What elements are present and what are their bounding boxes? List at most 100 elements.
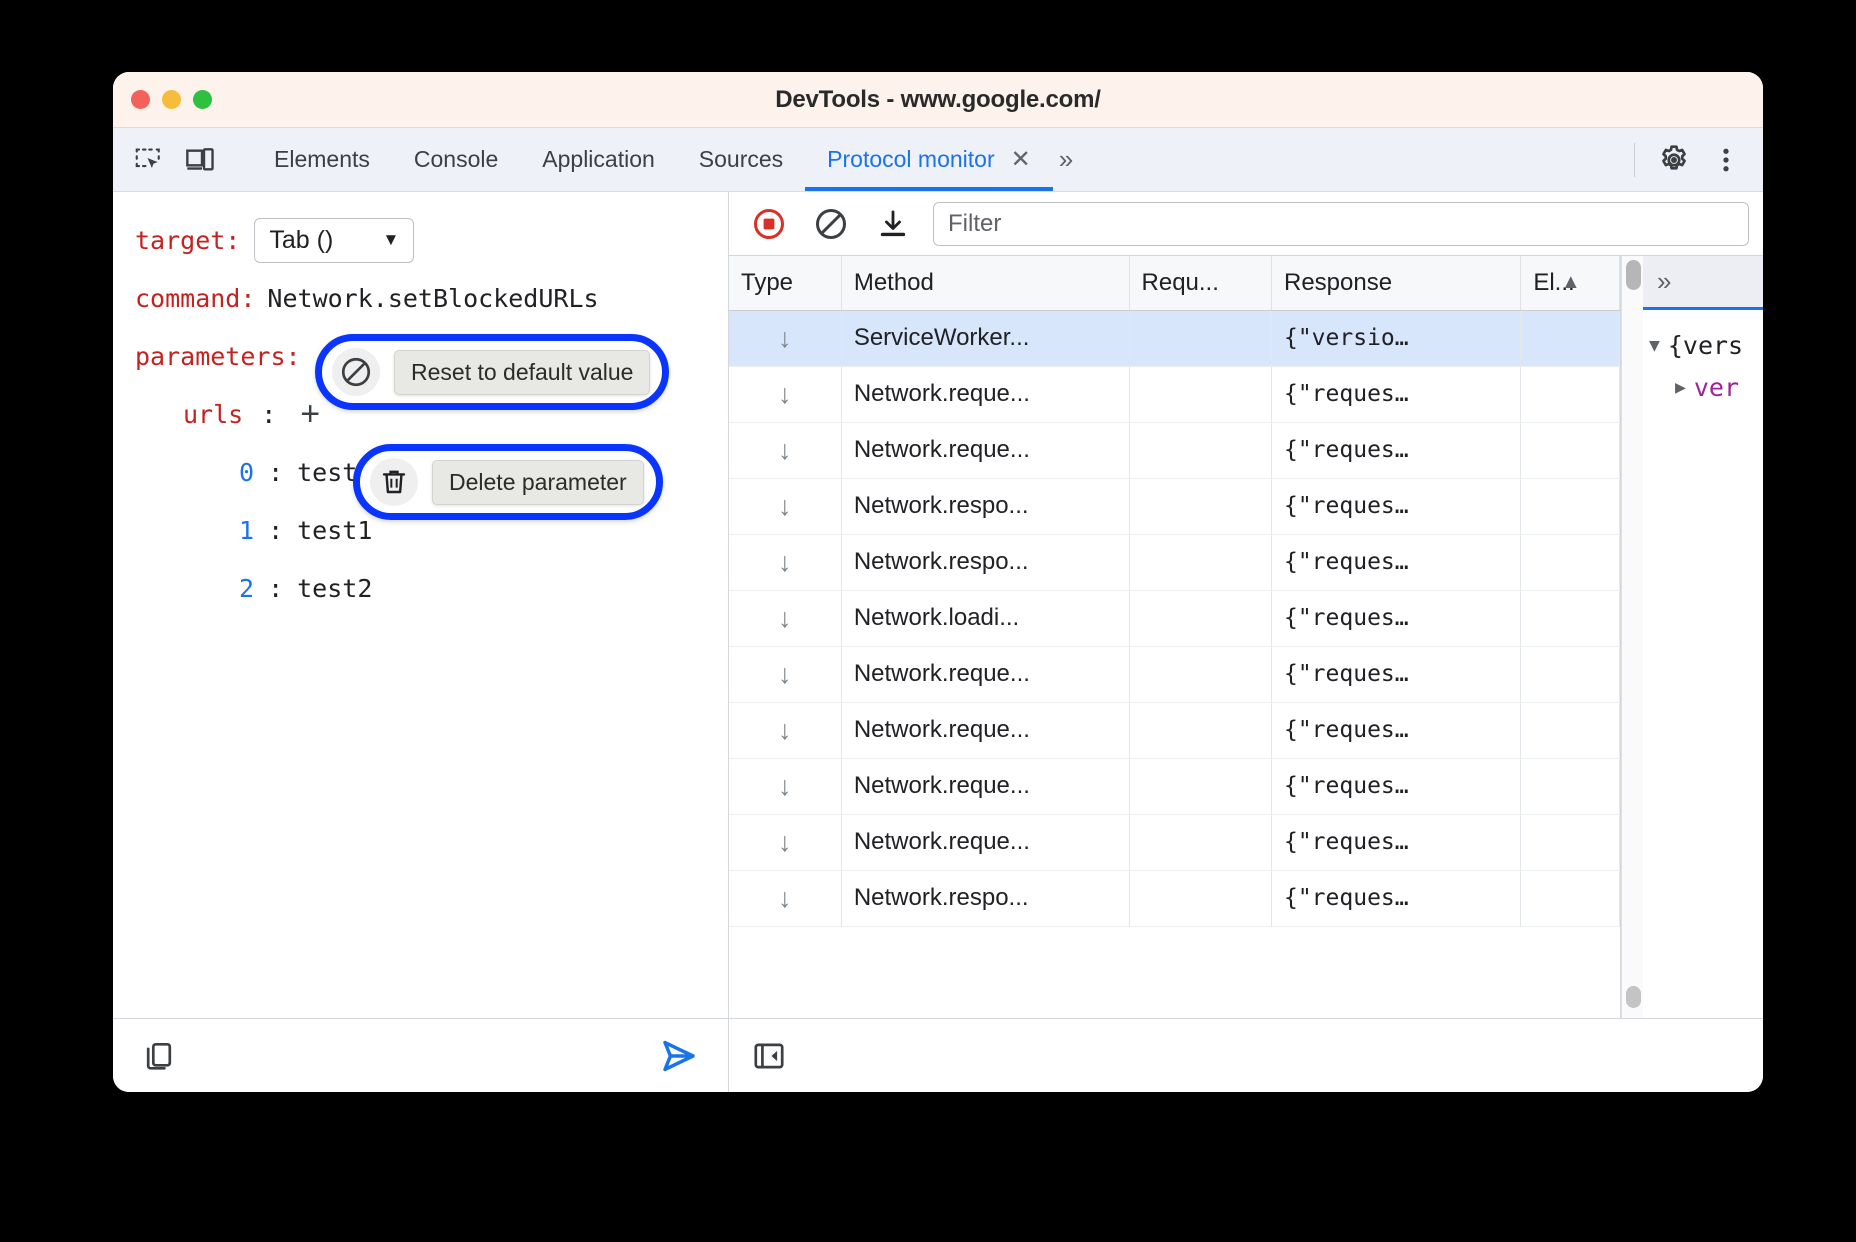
- cell-method: Network.reque...: [841, 422, 1129, 478]
- more-options-icon[interactable]: [1703, 137, 1749, 183]
- table-body: ↓ServiceWorker...{"versio…↓Network.reque…: [729, 310, 1620, 926]
- detail-sidebar-tabbar[interactable]: »: [1643, 256, 1763, 310]
- tab-protocol-monitor[interactable]: Protocol monitor ✕: [805, 128, 1053, 191]
- protocol-monitor-footer: [729, 1018, 1763, 1092]
- command-value[interactable]: Network.setBlockedURLs: [267, 284, 598, 313]
- url-item-0-colon: :: [268, 458, 283, 487]
- more-tabs-icon[interactable]: »: [1053, 128, 1087, 191]
- delete-parameter-icon[interactable]: [370, 458, 418, 506]
- cell-elapsed: [1521, 758, 1620, 814]
- cell-request: [1129, 870, 1271, 926]
- table-row[interactable]: ↓Network.reque...{"reques…: [729, 814, 1620, 870]
- cell-type-text: ↓: [778, 771, 792, 801]
- target-select-value: Tab (): [269, 226, 333, 255]
- tab-application[interactable]: Application: [520, 128, 677, 191]
- tab-elements[interactable]: Elements: [252, 128, 392, 191]
- delete-parameter-tooltip: Delete parameter: [432, 460, 644, 505]
- copy-icon[interactable]: [141, 1038, 177, 1074]
- message-detail-sidebar: » ▼ {vers ▶ ver: [1643, 256, 1763, 1018]
- chevron-right-icon[interactable]: ▶: [1675, 377, 1686, 398]
- urls-colon: :: [261, 400, 276, 429]
- cell-elapsed: [1521, 590, 1620, 646]
- cell-type: ↓: [729, 870, 841, 926]
- add-parameter-icon[interactable]: +: [300, 397, 320, 431]
- table-row[interactable]: ↓ Network.respo... {"reques…: [729, 870, 1620, 926]
- cell-method: Network.respo...: [841, 534, 1129, 590]
- chevron-down-icon[interactable]: ▼: [1649, 335, 1660, 356]
- maximize-window-button[interactable]: [193, 90, 212, 109]
- gear-icon[interactable]: [1651, 137, 1697, 183]
- table-row[interactable]: ↓Network.respo...{"reques…: [729, 478, 1620, 534]
- table-row[interactable]: ↓Network.reque... {"reques…: [729, 422, 1620, 478]
- grid-vertical-scrollbar[interactable]: [1621, 256, 1643, 1018]
- tab-console[interactable]: Console: [392, 128, 520, 191]
- url-item-2: 2 : test2: [135, 564, 728, 612]
- column-header-request[interactable]: Requ...: [1129, 256, 1271, 310]
- cell-response-text: {"reques…: [1284, 885, 1409, 911]
- device-toolbar-icon[interactable]: [181, 141, 219, 179]
- table-row[interactable]: ↓ServiceWorker...{"versio…: [729, 310, 1620, 366]
- cell-method: Network.reque...: [841, 702, 1129, 758]
- table-row[interactable]: ↓Network.reque...{"reques…: [729, 758, 1620, 814]
- close-icon[interactable]: ✕: [1011, 148, 1031, 172]
- reset-to-default-callout: Reset to default value: [315, 334, 669, 410]
- scrollbar-thumb-bottom[interactable]: [1626, 986, 1641, 1008]
- json-tree-row-root[interactable]: ▼ {vers: [1649, 324, 1763, 366]
- target-select[interactable]: Tab () ▼: [254, 218, 414, 263]
- cell-request: [1129, 366, 1271, 422]
- devtools-body: target: Tab () ▼ command: Network.setBlo…: [113, 192, 1763, 1092]
- column-header-method[interactable]: Method: [841, 256, 1129, 310]
- cell-method: Network.respo...: [841, 870, 1129, 926]
- command-row: command: Network.setBlockedURLs: [135, 274, 728, 322]
- cell-response-text: {"reques…: [1284, 829, 1409, 855]
- window-titlebar: DevTools - www.google.com/: [113, 72, 1763, 128]
- column-header-elapsed[interactable]: El... ▲: [1521, 256, 1620, 310]
- cell-type: ↓: [729, 422, 841, 478]
- table-row[interactable]: ↓Network.reque...{"reques…: [729, 646, 1620, 702]
- table-header: Type Method Requ... Response El... ▲: [729, 256, 1620, 310]
- cell-method-text: Network.reque...: [854, 380, 1030, 407]
- tab-sources[interactable]: Sources: [677, 128, 805, 191]
- save-download-icon[interactable]: [871, 202, 915, 246]
- protocol-monitor-toolbar: Filter: [729, 192, 1763, 256]
- cell-request: [1129, 590, 1271, 646]
- table-row[interactable]: ↓Network.loadi...{"reques…: [729, 590, 1620, 646]
- table-row[interactable]: ↓Network.respo...{"reques…: [729, 534, 1620, 590]
- url-item-1-value[interactable]: test1: [297, 516, 372, 545]
- cell-request: [1129, 310, 1271, 366]
- column-header-type[interactable]: Type: [729, 256, 841, 310]
- detail-more-tabs-icon[interactable]: »: [1657, 266, 1671, 297]
- cell-response-text: {"versio…: [1284, 325, 1409, 351]
- reset-to-default-icon[interactable]: [332, 348, 380, 396]
- cell-type-text: ↓: [778, 715, 792, 745]
- send-command-icon[interactable]: [658, 1035, 700, 1077]
- cell-method-text: Network.loadi...: [854, 604, 1019, 631]
- stop-recording-icon[interactable]: [747, 202, 791, 246]
- clear-all-icon[interactable]: [809, 202, 853, 246]
- cell-elapsed: [1521, 310, 1620, 366]
- json-tree-row-child[interactable]: ▶ ver: [1649, 366, 1763, 408]
- column-header-type-label: Type: [741, 269, 793, 296]
- collapse-sidebar-icon[interactable]: [751, 1038, 787, 1074]
- cell-elapsed: [1521, 814, 1620, 870]
- cell-method: Network.reque...: [841, 366, 1129, 422]
- cell-request: [1129, 758, 1271, 814]
- url-item-2-value[interactable]: test2: [297, 574, 372, 603]
- close-window-button[interactable]: [131, 90, 150, 109]
- cell-type-text: ↓: [778, 379, 792, 409]
- cell-method-text: Network.respo...: [854, 884, 1029, 911]
- cell-response: {"reques…: [1271, 366, 1520, 422]
- table-row[interactable]: ↓ Network.reque... {"reques…: [729, 366, 1620, 422]
- column-header-response[interactable]: Response: [1271, 256, 1520, 310]
- cell-type-text: ↓: [778, 659, 792, 689]
- cell-response: {"reques…: [1271, 702, 1520, 758]
- cell-response-text: {"reques…: [1284, 437, 1409, 463]
- cell-type: ↓: [729, 758, 841, 814]
- inspect-element-icon[interactable]: [129, 141, 167, 179]
- table-row[interactable]: ↓ Network.reque... {"reques…: [729, 702, 1620, 758]
- filter-input[interactable]: Filter: [933, 202, 1749, 246]
- minimize-window-button[interactable]: [162, 90, 181, 109]
- scrollbar-thumb[interactable]: [1626, 260, 1641, 290]
- cell-type: ↓: [729, 366, 841, 422]
- reset-to-default-tooltip: Reset to default value: [394, 350, 650, 395]
